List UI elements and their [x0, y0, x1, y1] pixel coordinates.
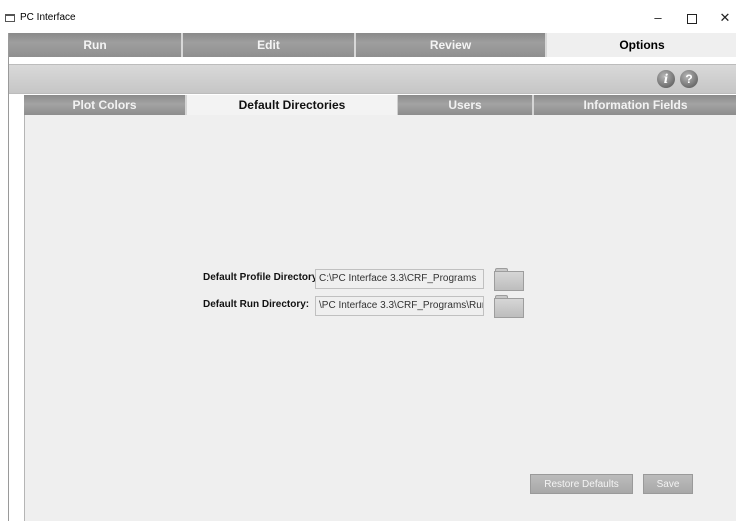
tab-edit[interactable]: Edit: [183, 33, 356, 57]
minimize-button[interactable]: –: [643, 8, 673, 28]
info-icon[interactable]: i: [657, 70, 675, 88]
run-directory-field[interactable]: \PC Interface 3.3\CRF_Programs\Run: [315, 296, 484, 316]
tab-information-fields[interactable]: Information Fields: [534, 95, 736, 115]
run-directory-browse-button[interactable]: [494, 295, 524, 319]
help-icon[interactable]: ?: [680, 70, 698, 88]
tab-review[interactable]: Review: [356, 33, 547, 57]
folder-icon-body: [494, 298, 524, 318]
window-title: PC Interface: [20, 12, 76, 23]
tab-plot-colors[interactable]: Plot Colors: [24, 95, 187, 115]
profile-directory-field[interactable]: C:\PC Interface 3.3\CRF_Programs: [315, 269, 484, 289]
maximize-icon: [687, 13, 697, 24]
window-titlebar: PC Interface – ✕: [0, 0, 736, 33]
main-tab-bar: Run Edit Review Options: [9, 33, 736, 57]
folder-icon-body: [494, 271, 524, 291]
default-directories-panel: Default Profile Directory: C:\PC Interfa…: [24, 115, 736, 521]
app-content: Run Edit Review Options i ? Plot Colors …: [8, 33, 736, 521]
options-sub-tab-bar: Plot Colors Default Directories Users In…: [24, 95, 736, 115]
options-toolbar: i ?: [9, 64, 736, 94]
profile-directory-browse-button[interactable]: [494, 268, 524, 292]
tab-default-directories[interactable]: Default Directories: [187, 95, 398, 115]
close-button[interactable]: ✕: [710, 8, 736, 28]
tab-run[interactable]: Run: [9, 33, 183, 57]
restore-defaults-button[interactable]: Restore Defaults: [530, 474, 633, 494]
profile-directory-label: Default Profile Directory:: [203, 272, 321, 283]
tab-users[interactable]: Users: [398, 95, 534, 115]
maximize-button[interactable]: [677, 8, 707, 28]
app-window-icon: [5, 14, 15, 22]
tab-options[interactable]: Options: [547, 33, 736, 57]
run-directory-label: Default Run Directory:: [203, 299, 310, 310]
save-button[interactable]: Save: [643, 474, 693, 494]
